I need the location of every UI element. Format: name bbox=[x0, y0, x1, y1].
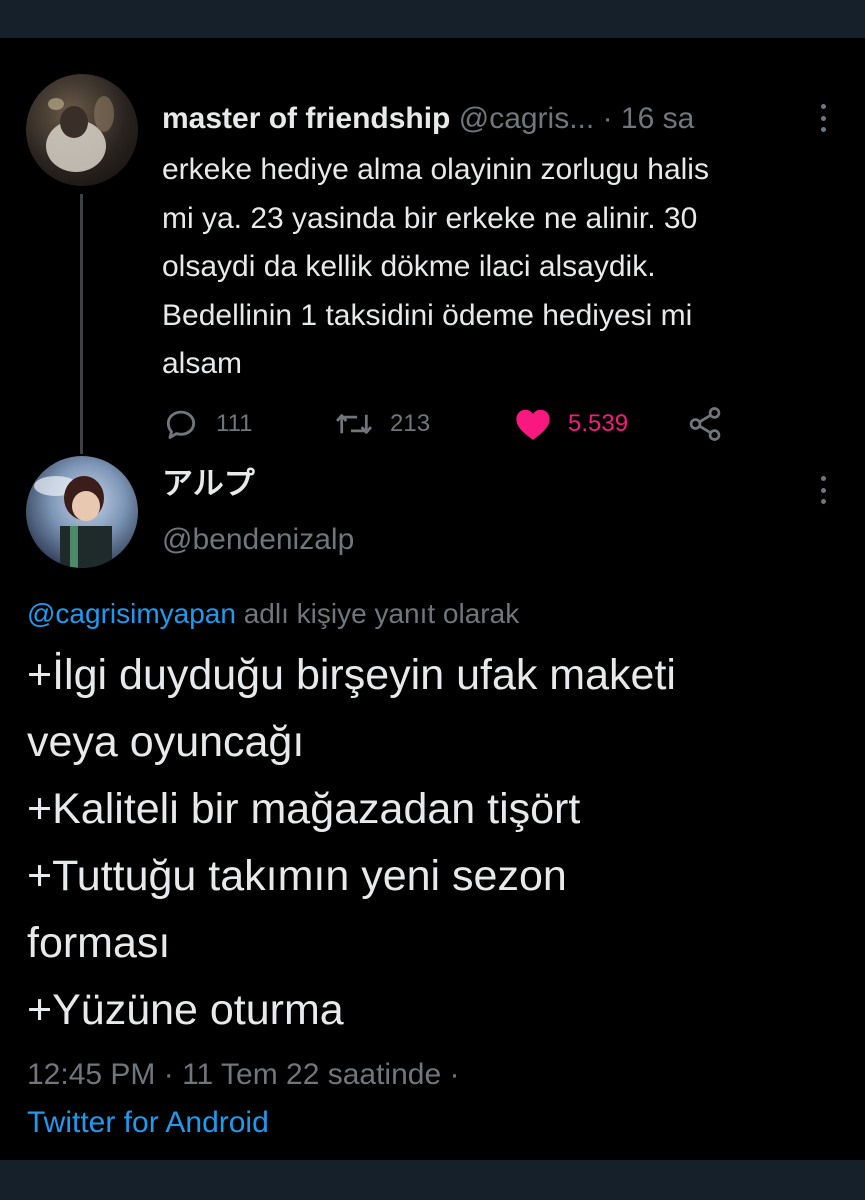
tweet-source-link[interactable]: Twitter for Android bbox=[27, 1102, 269, 1144]
retweet-count: 213 bbox=[390, 410, 431, 437]
reply-display-name[interactable]: アルプ bbox=[162, 464, 255, 504]
original-tweet-header: master of friendship @cagris... · 16 sa bbox=[162, 98, 812, 140]
share-nodes-icon bbox=[689, 407, 721, 441]
reply-button[interactable]: 111 bbox=[162, 398, 252, 450]
reply-count: 111 bbox=[216, 410, 253, 437]
avatar-image bbox=[34, 476, 112, 568]
reply-tweet-text: +İlgi duyduğu birşeyin ufak maketi veya … bbox=[27, 651, 676, 1034]
retweet-arrows-icon bbox=[336, 414, 372, 434]
share-button[interactable] bbox=[686, 398, 724, 450]
avatar-image bbox=[46, 96, 114, 172]
avatar-master-of-friendship[interactable] bbox=[26, 74, 138, 186]
like-count: 5.539 bbox=[568, 410, 629, 437]
original-handle[interactable]: @cagris... bbox=[459, 102, 594, 135]
original-tweet-text: erkeke hediye alma olayinin zorlugu hali… bbox=[162, 153, 709, 380]
heart-icon bbox=[516, 409, 550, 440]
reply-handle[interactable]: @bendenizalp bbox=[162, 520, 354, 560]
tweet-thread: master of friendship @cagris... · 16 sa … bbox=[0, 38, 865, 1160]
original-display-name[interactable]: master of friendship bbox=[162, 102, 450, 135]
tweet-actions-bar: 111 213 5.539 bbox=[162, 398, 762, 450]
thread-connector-line bbox=[80, 194, 83, 454]
comment-bubble-icon bbox=[166, 410, 196, 439]
tweet-timestamp[interactable]: 12:45 PM · 11 Tem 22 saatinde · bbox=[27, 1054, 459, 1096]
avatar-bendenizalp[interactable] bbox=[26, 456, 138, 568]
reply-context-suffix: adlı kişiye yanıt olarak bbox=[235, 598, 520, 629]
like-button[interactable]: 5.539 bbox=[514, 398, 628, 450]
header-separator: · bbox=[602, 102, 613, 135]
more-vertical-icon[interactable] bbox=[813, 100, 833, 136]
original-tweet-time[interactable]: 16 sa bbox=[621, 102, 694, 135]
retweet-button[interactable]: 213 bbox=[334, 398, 430, 450]
reply-context: @cagrisimyapan adlı kişiye yanıt olarak bbox=[27, 594, 519, 634]
more-vertical-icon[interactable] bbox=[813, 472, 833, 508]
reply-to-mention-link[interactable]: @cagrisimyapan bbox=[27, 598, 236, 629]
